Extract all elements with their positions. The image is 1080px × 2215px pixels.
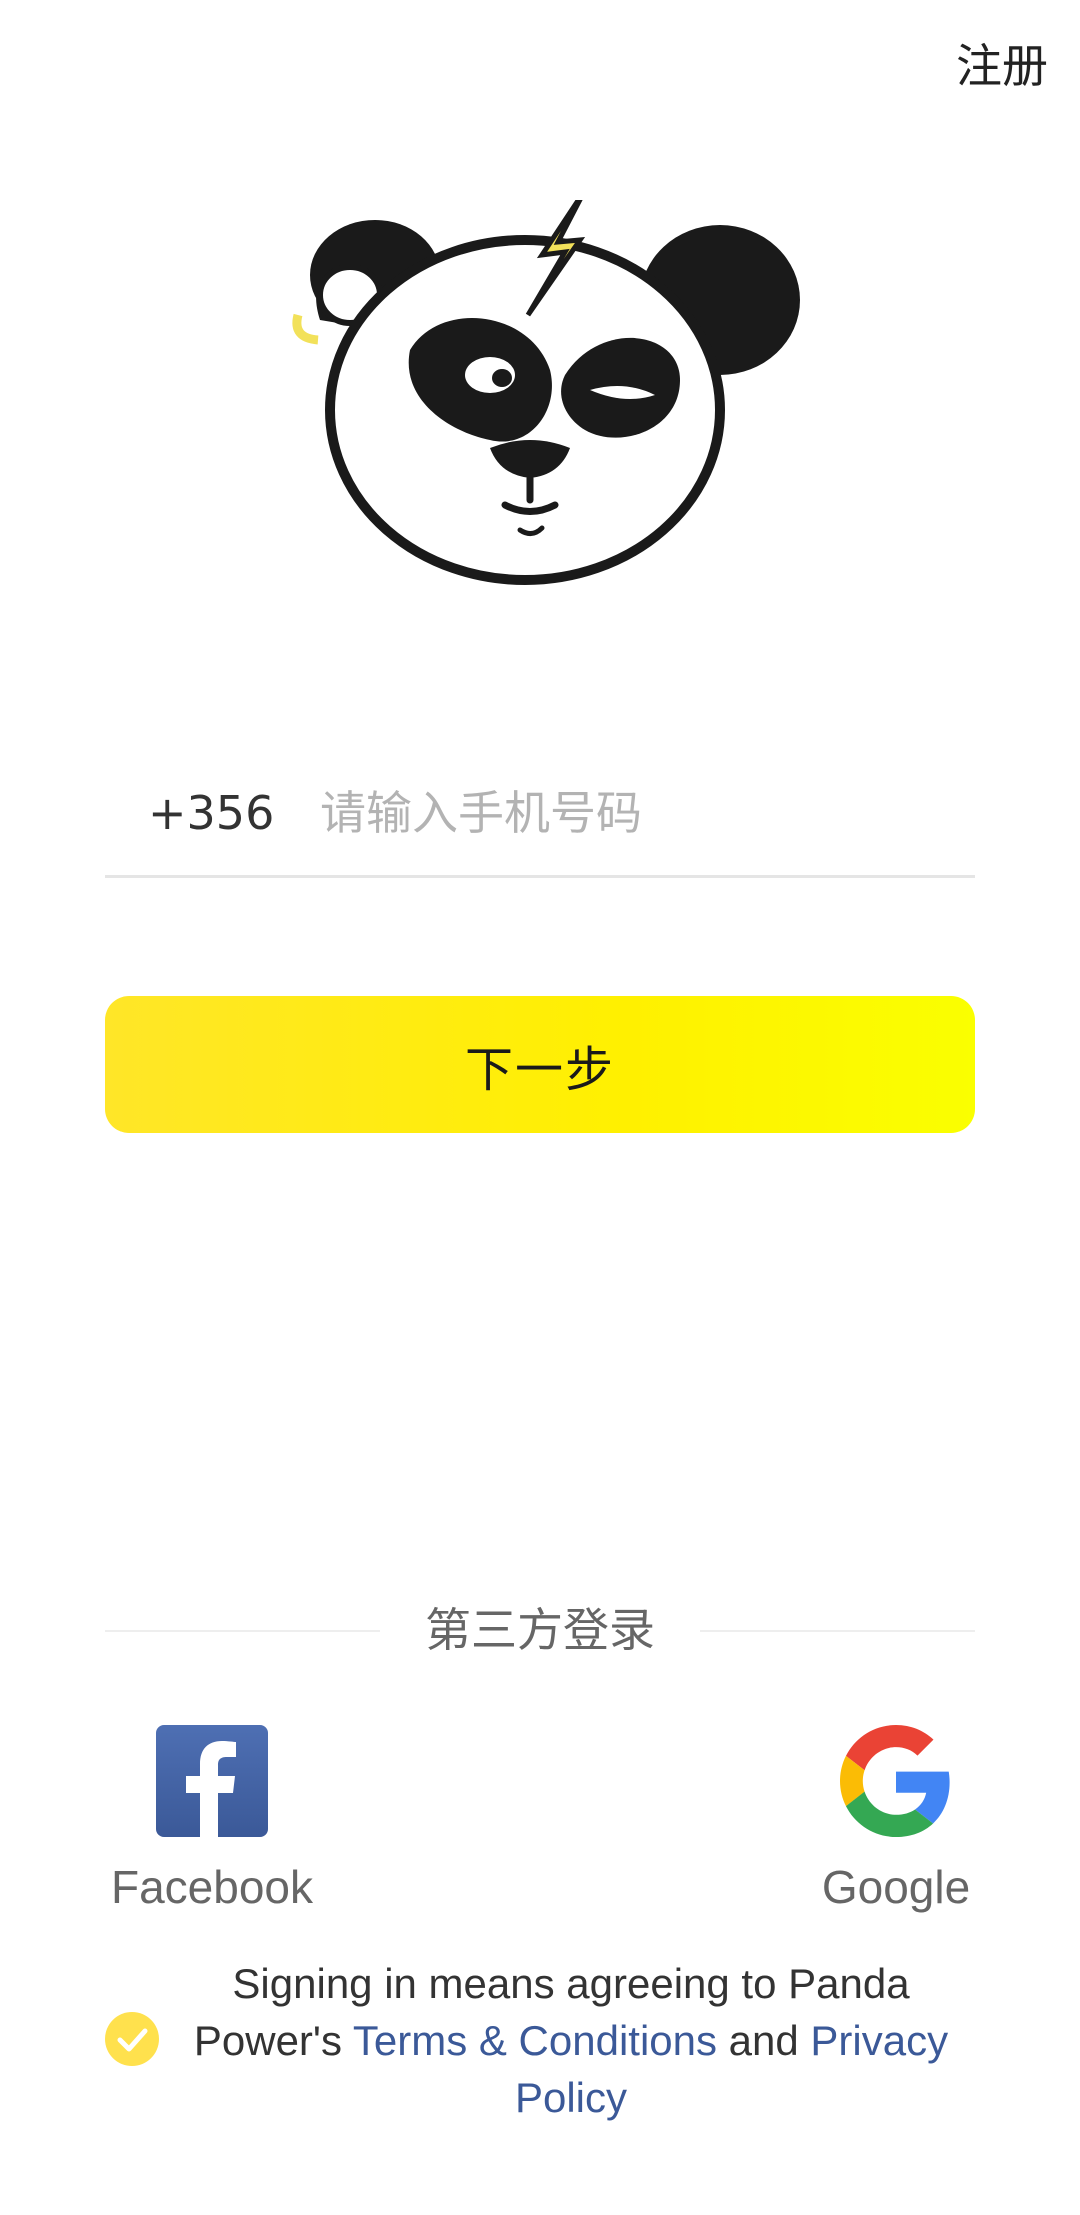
next-button[interactable]: 下一步: [105, 996, 975, 1133]
country-code-selector[interactable]: +356: [148, 782, 274, 844]
facebook-login-button[interactable]: Facebook: [92, 1725, 332, 1925]
login-screen: 注册 +356 下一步 第三方登录: [0, 0, 1080, 2215]
terms-text-between: and: [717, 2017, 811, 2064]
third-party-divider: 第三方登录: [105, 1600, 975, 1660]
register-link[interactable]: 注册: [956, 34, 1048, 98]
facebook-label: Facebook: [110, 1861, 313, 1913]
divider-line-right: [700, 1630, 975, 1632]
phone-input[interactable]: [320, 774, 940, 852]
next-button-label: 下一步: [464, 1041, 615, 1098]
google-icon: [840, 1725, 950, 1837]
facebook-icon: [156, 1725, 268, 1837]
agree-checkbox-icon[interactable]: [105, 2012, 159, 2066]
terms-agreement: Signing in means agreeing to Panda Power…: [105, 1955, 975, 2125]
terms-text: Signing in means agreeing to Panda Power…: [167, 1955, 975, 2126]
panda-logo: [292, 200, 800, 585]
google-label: Google: [821, 1861, 971, 1913]
google-login-button[interactable]: Google: [776, 1725, 1016, 1925]
phone-row: +356: [105, 760, 975, 878]
terms-conditions-link[interactable]: Terms & Conditions: [353, 2017, 717, 2064]
